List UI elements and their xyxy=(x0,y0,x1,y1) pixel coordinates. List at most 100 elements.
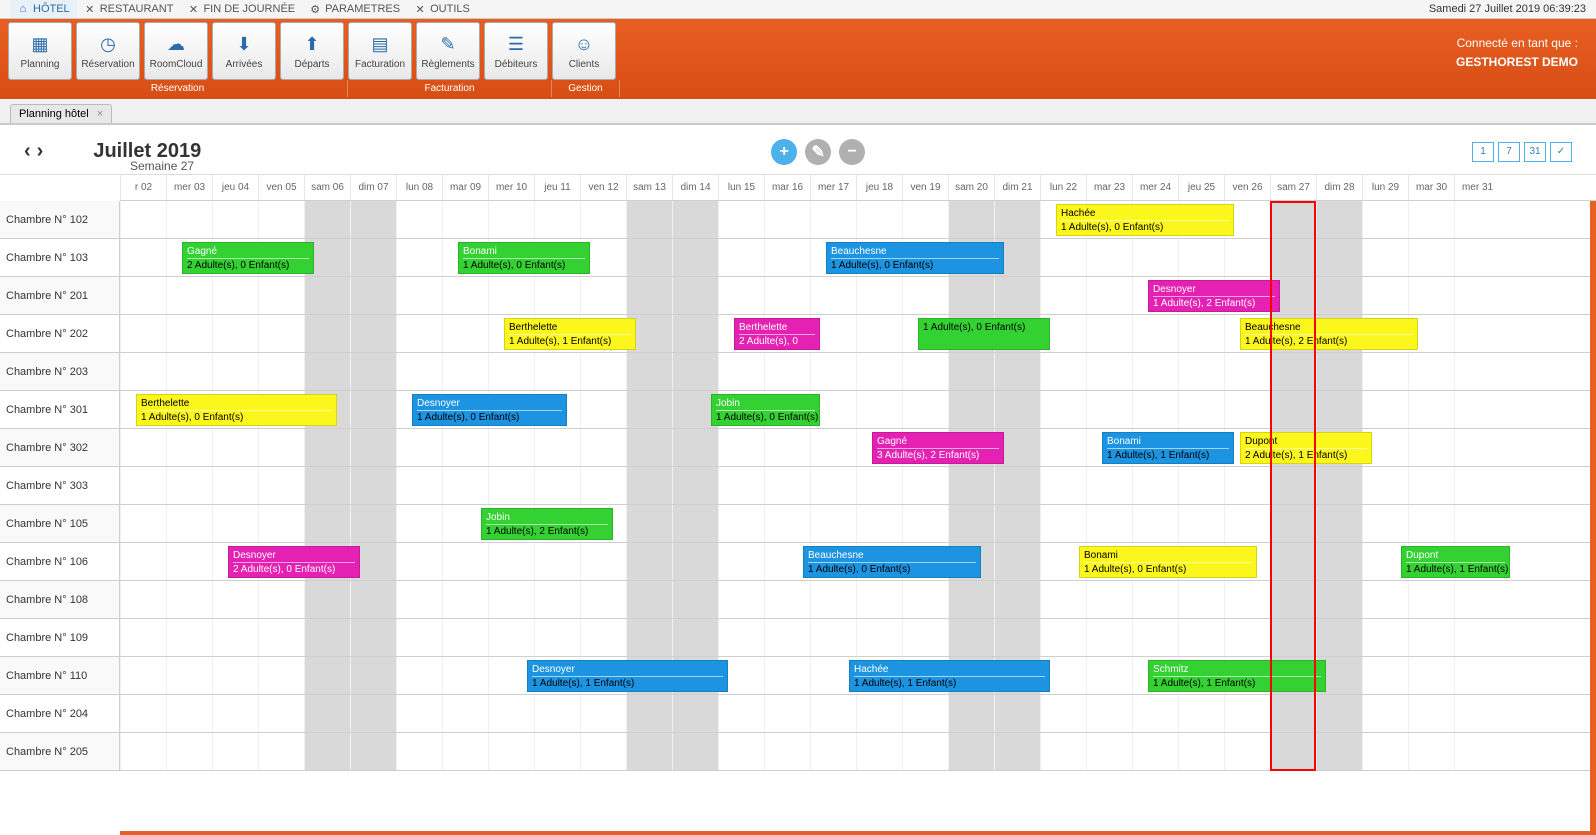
menu-item-label: PARAMETRES xyxy=(325,3,400,15)
reservation-guest-name: Beauchesne xyxy=(808,549,976,563)
reservation-event[interactable]: Schmitz1 Adulte(s), 1 Enfant(s) xyxy=(1148,660,1326,692)
view-button-7[interactable]: 7 xyxy=(1498,142,1520,162)
edit-reservation-button[interactable]: ✎ xyxy=(805,139,831,165)
room-label: Chambre N° 202 xyxy=(0,315,120,353)
reservation-event[interactable]: Berthelette2 Adulte(s), 0 xyxy=(734,318,820,350)
reservation-occupancy: 1 Adulte(s), 0 Enfant(s) xyxy=(141,411,332,424)
menu-item-label: HÔTEL xyxy=(33,3,70,15)
tab-label: Planning hôtel xyxy=(19,108,89,120)
reservation-event[interactable]: Desnoyer1 Adulte(s), 1 Enfant(s) xyxy=(527,660,728,692)
reservation-occupancy: 1 Adulte(s), 0 Enfant(s) xyxy=(463,259,585,272)
rooms-column: Chambre N° 102Chambre N° 103 Chambre N° 2… xyxy=(0,201,120,771)
reservation-event[interactable]: Desnoyer2 Adulte(s), 0 Enfant(s) xyxy=(228,546,360,578)
day-header-cell: sam 20 xyxy=(948,175,994,200)
reservation-event[interactable]: Beauchesne1 Adulte(s), 0 Enfant(s) xyxy=(826,242,1004,274)
reservation-event[interactable]: Berthelette1 Adulte(s), 1 Enfant(s) xyxy=(504,318,636,350)
day-header-cell: mer 10 xyxy=(488,175,534,200)
room-label: Chambre N° 110 xyxy=(0,657,120,695)
room-label: Chambre N° 102 xyxy=(0,201,120,239)
ribbon-button-label: Arrivées xyxy=(226,59,263,70)
reservation-event[interactable]: Beauchesne1 Adulte(s), 2 Enfant(s) xyxy=(1240,318,1418,350)
reservation-event[interactable]: Bonami1 Adulte(s), 0 Enfant(s) xyxy=(1079,546,1257,578)
top-menubar: ⌂HÔTEL✕RESTAURANT✕FIN DE JOURNÉE ⚙ PARAMET… xyxy=(0,0,1596,19)
reservation-occupancy: 3 Adulte(s), 2 Enfant(s) xyxy=(877,449,999,462)
room-label: Chambre N° 103 xyxy=(0,239,120,277)
reservation-event[interactable]: Desnoyer1 Adulte(s), 2 Enfant(s) xyxy=(1148,280,1280,312)
reservation-event[interactable]: Hachée1 Adulte(s), 0 Enfant(s) xyxy=(1056,204,1234,236)
ribbon-icon: ◷ xyxy=(94,33,122,57)
reservation-occupancy: 2 Adulte(s), 0 Enfant(s) xyxy=(233,563,355,576)
ribbon-button-label: Facturation xyxy=(355,59,405,70)
reservation-guest-name: Berthelette xyxy=(739,321,815,335)
week-label: Semaine 27 xyxy=(130,159,194,173)
day-header-cell: jeu 18 xyxy=(856,175,902,200)
ribbon-button-label: Réservation xyxy=(81,59,134,70)
reservation-event[interactable]: Hachée1 Adulte(s), 1 Enfant(s) xyxy=(849,660,1050,692)
ribbon-debiteurs[interactable]: ☰Débiteurs xyxy=(484,22,548,80)
view-button-✓[interactable]: ✓ xyxy=(1550,142,1572,162)
reservation-occupancy: 1 Adulte(s), 0 Enfant(s) xyxy=(1061,221,1229,234)
menu-fin-de-journée[interactable]: ✕FIN DE JOURNÉE xyxy=(180,0,302,18)
view-button-1[interactable]: 1 xyxy=(1472,142,1494,162)
bottom-scrollbar[interactable] xyxy=(120,831,1590,835)
delete-reservation-button[interactable]: − xyxy=(839,139,865,165)
day-header-cell: jeu 04 xyxy=(212,175,258,200)
room-label: Chambre N° 109 xyxy=(0,619,120,657)
ribbon-icon: ▤ xyxy=(366,33,394,57)
room-label: Chambre N° 106 xyxy=(0,543,120,581)
prev-month-button[interactable]: ‹ xyxy=(24,140,31,163)
reservation-event[interactable]: Gagné2 Adulte(s), 0 Enfant(s) xyxy=(182,242,314,274)
ribbon-arrivees[interactable]: ⬇Arrivées xyxy=(212,22,276,80)
room-label: Chambre N° 302 xyxy=(0,429,120,467)
tab-close-button[interactable]: × xyxy=(97,108,103,120)
right-scrollbar[interactable] xyxy=(1590,201,1596,835)
reservation-occupancy: 1 Adulte(s), 2 Enfant(s) xyxy=(1153,297,1275,310)
ribbon-reglements[interactable]: ✎Règlements xyxy=(416,22,480,80)
day-header-cell: sam 27 xyxy=(1270,175,1316,200)
ribbon-clients[interactable]: ☺Clients xyxy=(552,22,616,80)
menu-icon: ✕ xyxy=(187,3,199,15)
day-header-cell: r 02 xyxy=(120,175,166,200)
reservation-occupancy: 1 Adulte(s), 1 Enfant(s) xyxy=(509,335,631,348)
reservation-occupancy: 1 Adulte(s), 2 Enfant(s) xyxy=(1245,335,1413,348)
menu-icon: ⚙ xyxy=(309,3,321,15)
menu-hôtel[interactable]: ⌂HÔTEL xyxy=(10,0,77,18)
current-datetime: Samedi 27 Juillet 2019 06:39:23 xyxy=(1429,3,1586,15)
reservation-event[interactable]: Desnoyer1 Adulte(s), 0 Enfant(s) xyxy=(412,394,567,426)
next-month-button[interactable]: › xyxy=(37,140,44,163)
tab-planning-hotel[interactable]: Planning hôtel × xyxy=(10,104,112,123)
menu-parametres[interactable]: ⚙ PARAMETRES xyxy=(302,0,407,18)
ribbon-departs[interactable]: ⬆Départs xyxy=(280,22,344,80)
reservation-occupancy: 2 Adulte(s), 0 xyxy=(739,335,815,348)
reservation-guest-name: Desnoyer xyxy=(233,549,355,563)
reservation-event[interactable]: Bonami1 Adulte(s), 0 Enfant(s) xyxy=(458,242,590,274)
menu-restaurant[interactable]: ✕RESTAURANT xyxy=(77,0,181,18)
view-button-31[interactable]: 31 xyxy=(1524,142,1546,162)
ribbon-button-label: Planning xyxy=(21,59,60,70)
reservation-occupancy: 1 Adulte(s), 0 Enfant(s) xyxy=(1084,563,1252,576)
day-header-cell: mar 09 xyxy=(442,175,488,200)
ribbon-planning[interactable]: ▦Planning xyxy=(8,22,72,80)
reservation-guest-name: Berthelette xyxy=(141,397,332,411)
ribbon-reservation[interactable]: ◷ Réservation xyxy=(76,22,140,80)
reservation-event[interactable]: Dupont1 Adulte(s), 1 Enfant(s) xyxy=(1401,546,1510,578)
document-tabbar: Planning hôtel × xyxy=(0,99,1596,125)
menu-outils[interactable]: ✕OUTILS xyxy=(407,0,477,18)
day-header-cell: ven 05 xyxy=(258,175,304,200)
reservation-event[interactable]: Berthelette1 Adulte(s), 0 Enfant(s) xyxy=(136,394,337,426)
reservation-event[interactable]: Gagné3 Adulte(s), 2 Enfant(s) xyxy=(872,432,1004,464)
reservation-event[interactable]: Bonami1 Adulte(s), 1 Enfant(s) xyxy=(1102,432,1234,464)
day-header-cell: ven 19 xyxy=(902,175,948,200)
add-reservation-button[interactable]: + xyxy=(771,139,797,165)
reservation-event[interactable]: 1 Adulte(s), 0 Enfant(s) xyxy=(918,318,1050,350)
reservation-event[interactable]: Jobin1 Adulte(s), 2 Enfant(s) xyxy=(481,508,613,540)
reservation-event[interactable]: Beauchesne1 Adulte(s), 0 Enfant(s) xyxy=(803,546,981,578)
ribbon-roomcloud[interactable]: ☁RoomCloud xyxy=(144,22,208,80)
ribbon-facturation[interactable]: ▤ Facturation xyxy=(348,22,412,80)
reservation-guest-name: Gagné xyxy=(187,245,309,259)
reservation-event[interactable]: Jobin1 Adulte(s), 0 Enfant(s) xyxy=(711,394,820,426)
reservation-event[interactable]: Dupont2 Adulte(s), 1 Enfant(s) xyxy=(1240,432,1372,464)
day-header-row: r 02mer 03jeu 04ven 05sam 06dim 07lun 08… xyxy=(120,175,1596,201)
day-header-cell: lun 22 xyxy=(1040,175,1086,200)
reservation-guest-name: Beauchesne xyxy=(831,245,999,259)
